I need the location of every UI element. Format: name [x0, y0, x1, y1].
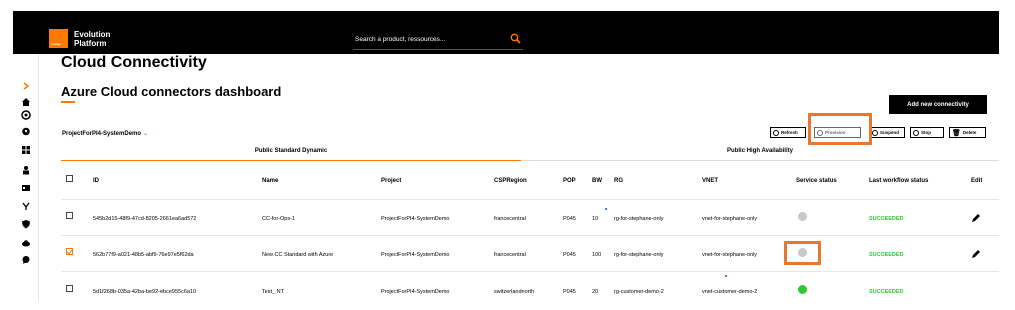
tab-public-standard-dynamic[interactable]: Public Standard Dynamic — [61, 148, 521, 154]
column-header-rg: RG — [614, 178, 623, 184]
add-new-connectivity-button[interactable]: Add new connectivity — [889, 95, 987, 114]
chevron-down-icon: ⌄ — [143, 131, 149, 137]
project-selector[interactable]: ProjectForPI4-SystemDemo ⌄ — [62, 130, 148, 137]
location-icon[interactable] — [21, 127, 31, 137]
row-name: New CC Standard with Azure — [262, 252, 334, 258]
chat-icon[interactable] — [21, 255, 31, 265]
row-divider — [61, 271, 999, 272]
cloud-icon[interactable] — [21, 238, 31, 248]
row-pop: P045 — [563, 216, 576, 222]
row-region: francecentral — [494, 216, 526, 222]
provision-highlight — [808, 113, 872, 145]
refresh-icon — [773, 129, 779, 136]
row-id[interactable]: 5d1f268b-035a-42ba-be92-ebce955c6a10 — [93, 289, 196, 295]
chevron-right-icon[interactable] — [21, 81, 31, 91]
row-id[interactable]: 545b2d15-48f9-47cd-8205-2661ea6ad572 — [93, 216, 196, 222]
row-name: CC-for-Ops-1 — [262, 216, 296, 222]
row-rg: rg-customer-demo-2 — [614, 289, 664, 295]
user-icon[interactable] — [21, 165, 31, 175]
sidebar — [13, 54, 39, 301]
column-header-bw: BW — [592, 178, 602, 184]
service-status-indicator — [798, 212, 807, 221]
column-header-service-status: Service status — [796, 178, 837, 184]
row-pop: P045 — [563, 289, 576, 295]
column-header-edit: Edit — [971, 178, 983, 184]
row-bw: 20 — [592, 289, 599, 295]
column-header-name: Name — [262, 178, 279, 184]
row-checkbox[interactable] — [66, 248, 73, 255]
row-region: switzerlandnorth — [494, 289, 535, 295]
workflow-status: SUCCEEDED — [869, 289, 904, 295]
search-placeholder: Search a product, ressources... — [355, 36, 446, 43]
row-checkbox[interactable] — [66, 285, 73, 292]
row-project: ProjectForPI4-SystemDemo — [381, 289, 450, 295]
network-icon[interactable] — [21, 201, 31, 211]
app-frame: orange Evolution Platform Search a produ… — [13, 11, 999, 301]
stop-icon — [913, 129, 919, 136]
shield-icon[interactable] — [21, 219, 31, 229]
workflow-status: SUCCEEDED — [869, 216, 904, 222]
row-vnet: vnet-customer-demo-2 — [702, 289, 758, 295]
column-header-last-workflow-status: Last workflow status — [869, 178, 929, 184]
select-all-checkbox[interactable] — [66, 175, 73, 182]
pause-icon — [872, 129, 878, 136]
page-title: Cloud Connectivity — [61, 54, 207, 71]
platform-name: Evolution Platform — [74, 30, 111, 48]
row-id[interactable]: 562b77f9-a021-48b5-abf9-76e97e5f62da — [93, 252, 194, 258]
row-rg: rg-for-stephane-only — [614, 216, 664, 222]
row-vnet: vnet-for-stephane-only — [702, 252, 758, 258]
row-bw: 100 — [592, 252, 602, 258]
orange-logo[interactable]: orange — [49, 29, 68, 48]
active-tab-indicator — [61, 160, 521, 161]
row-pop: P045 — [563, 252, 576, 258]
row-divider — [61, 199, 999, 200]
search-icon[interactable] — [510, 33, 521, 44]
trash-icon: 🗑 — [952, 129, 961, 137]
service-status-highlight — [784, 241, 821, 265]
row-project: ProjectForPI4-SystemDemo — [381, 252, 450, 258]
row-region: francecentral — [494, 252, 526, 258]
delete-button[interactable]: 🗑 Delete — [949, 127, 986, 138]
service-status-indicator — [798, 285, 807, 294]
grid-icon[interactable] — [21, 145, 31, 155]
tab-public-high-availability[interactable]: Public High Availability — [521, 148, 999, 154]
column-header-project: Project — [381, 178, 402, 184]
row-divider — [61, 235, 999, 236]
top-bar: orange Evolution Platform Search a produ… — [13, 11, 999, 54]
stop-button[interactable]: Stop — [910, 127, 944, 138]
row-project: ProjectForPI4-SystemDemo — [381, 216, 450, 222]
dashboard-icon[interactable] — [21, 110, 31, 120]
row-rg: rg-for-stephane-only — [614, 252, 664, 258]
id-card-icon[interactable] — [21, 183, 31, 193]
column-header-cspregion: CSPRegion — [494, 178, 527, 184]
workflow-status: SUCCEEDED — [869, 252, 904, 258]
stray-dot — [605, 208, 607, 210]
stray-dot — [725, 275, 727, 277]
row-vnet: vnet-for-stephane-only — [702, 216, 758, 222]
tab-divider — [521, 160, 999, 161]
refresh-button[interactable]: Refresh — [770, 127, 806, 138]
dashboard-title: Azure Cloud connectors dashboard — [61, 84, 282, 99]
column-header-vnet: VNET — [702, 178, 719, 184]
home-icon[interactable] — [21, 97, 31, 107]
search-input[interactable]: Search a product, ressources... — [353, 33, 523, 50]
main-content: Cloud Connectivity Azure Cloud connector… — [39, 54, 999, 301]
row-name: Test_ NT — [262, 289, 285, 295]
edit-icon[interactable] — [971, 249, 981, 259]
row-bw: 10 — [592, 216, 599, 222]
suspend-button[interactable]: Suspend — [869, 127, 905, 138]
column-header-pop: POP — [563, 178, 576, 184]
row-checkbox[interactable] — [66, 212, 73, 219]
title-accent-bar — [61, 101, 75, 103]
column-header-id: ID — [93, 178, 99, 184]
edit-icon[interactable] — [971, 213, 981, 223]
